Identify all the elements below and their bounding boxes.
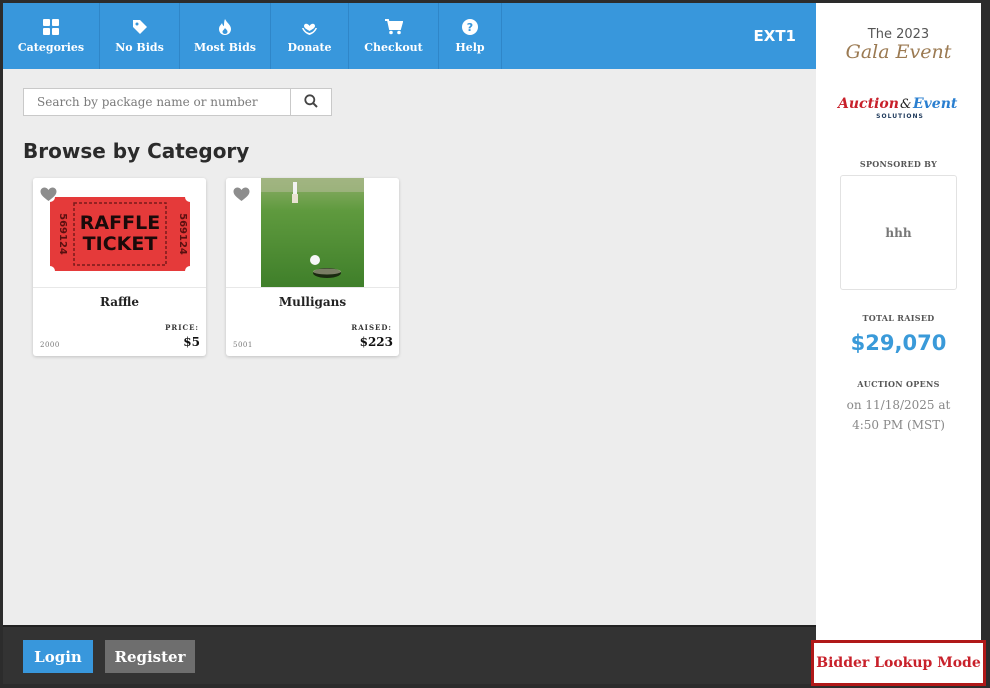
nav-label: No Bids — [115, 41, 164, 54]
favorite-heart-icon[interactable] — [40, 187, 57, 206]
svg-text:Auction: Auction — [836, 96, 899, 112]
sponsor-box: hhh — [840, 175, 957, 290]
card-raised-label: RAISED: — [351, 323, 392, 332]
account-code: EXT1 — [753, 27, 796, 45]
total-raised-value: $29,070 — [850, 331, 947, 355]
card-price-label: PRICE: — [165, 323, 199, 332]
total-raised-label: TOTAL RAISED — [862, 313, 935, 323]
nav-no-bids[interactable]: No Bids — [100, 3, 180, 69]
footer-bar: Login Register — [3, 625, 816, 684]
golf-hole-image — [226, 178, 399, 288]
search-box — [23, 88, 332, 116]
nav-help[interactable]: ? Help — [439, 3, 502, 69]
raffle-ticket-image: 569124 569124 RAFFLE TICKET — [33, 178, 206, 288]
bidder-lookup-mode-button[interactable]: Bidder Lookup Mode — [811, 640, 986, 686]
login-button[interactable]: Login — [23, 640, 93, 673]
card-title: Mulligans — [278, 295, 347, 309]
svg-text:?: ? — [467, 21, 473, 34]
nav-label: Checkout — [364, 41, 423, 54]
svg-text:SOLUTIONS: SOLUTIONS — [876, 113, 924, 120]
card-title: Raffle — [99, 295, 140, 309]
svg-text:&: & — [900, 97, 912, 112]
nav-label: Categories — [17, 41, 85, 54]
ticket-text-raffle: RAFFLE — [80, 212, 160, 234]
ticket-text-ticket: TICKET — [83, 233, 158, 255]
sponsored-label: SPONSORED BY — [859, 159, 938, 169]
event-name: Gala Event — [845, 41, 952, 63]
svg-text:Event: Event — [912, 96, 958, 112]
nav-most-bids[interactable]: Most Bids — [180, 3, 271, 69]
search-button[interactable] — [290, 89, 331, 115]
search-input[interactable] — [24, 89, 292, 115]
nav-label: Most Bids — [194, 41, 256, 54]
nav-label: Help — [455, 41, 485, 54]
nav-checkout[interactable]: Checkout — [349, 3, 439, 69]
category-card-mulligans[interactable]: Mulligans 5001 RAISED: $223 — [226, 178, 399, 356]
page-title: Browse by Category — [23, 139, 250, 163]
search-icon — [304, 93, 318, 112]
app-frame: Categories No Bids Most Bids Donate Chec… — [3, 3, 981, 684]
auction-opens-value: on 11/18/2025 at 4:50 PM (MST) — [846, 398, 951, 432]
category-card-raffle[interactable]: 569124 569124 RAFFLE TICKET Raffle 2000 … — [33, 178, 206, 356]
sponsor-name: hhh — [885, 225, 912, 240]
grid-icon — [42, 18, 60, 36]
nav-categories[interactable]: Categories — [3, 3, 100, 69]
nav-label: Donate — [287, 41, 332, 54]
auction-opens-label: AUCTION OPENS — [857, 379, 940, 389]
question-icon: ? — [461, 18, 479, 36]
top-nav: Categories No Bids Most Bids Donate Chec… — [3, 3, 816, 69]
card-price-value: $5 — [183, 335, 200, 349]
card-raised-value: $223 — [359, 335, 393, 349]
auction-event-solutions-logo: Auction & Event SOLUTIONS — [836, 91, 961, 121]
ticket-serial-right: 569124 — [177, 213, 188, 255]
card-number: 5001 — [233, 341, 253, 349]
favorite-heart-icon[interactable] — [233, 187, 250, 206]
nav-donate[interactable]: Donate — [271, 3, 349, 69]
flame-icon — [216, 18, 234, 36]
event-year: The 2023 — [867, 27, 930, 42]
heart-hands-icon — [301, 18, 319, 36]
ticket-serial-left: 569124 — [57, 213, 68, 255]
card-number: 2000 — [40, 341, 60, 349]
cart-icon — [384, 18, 403, 36]
tag-icon — [131, 18, 149, 36]
event-sidebar: The 2023 Gala Event Auction & Event SOLU… — [816, 3, 981, 684]
register-button[interactable]: Register — [105, 640, 195, 673]
